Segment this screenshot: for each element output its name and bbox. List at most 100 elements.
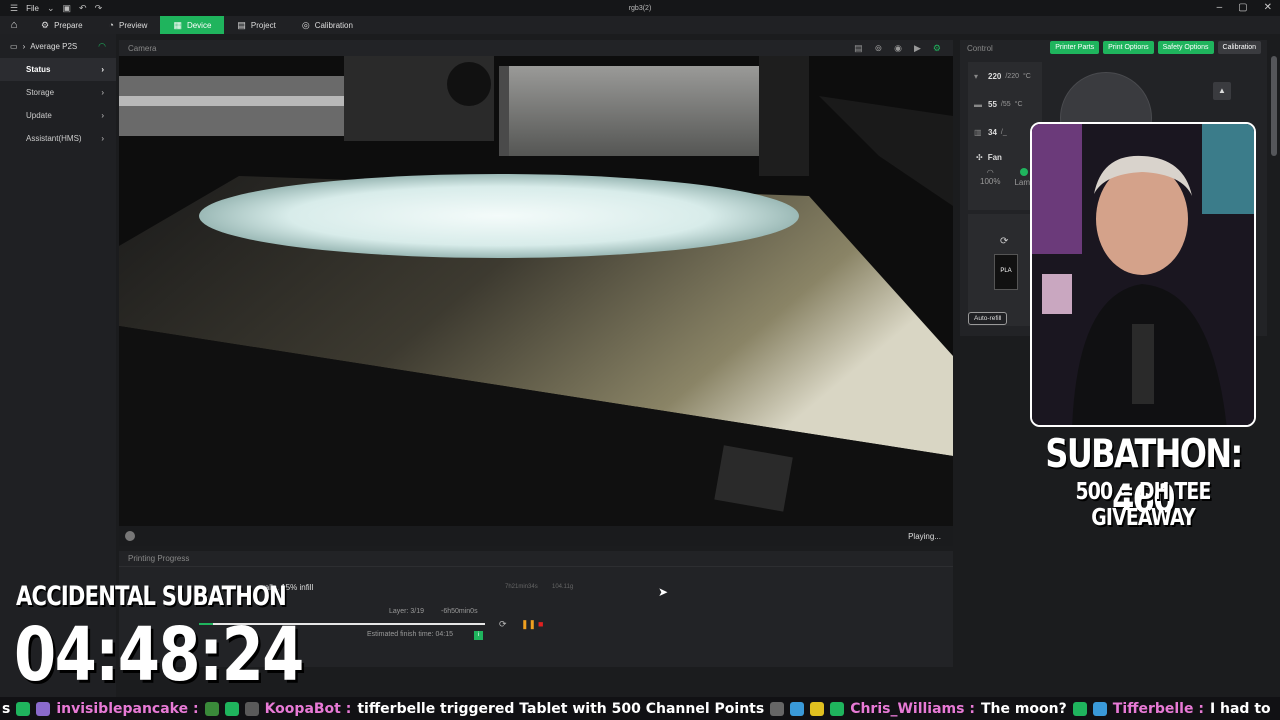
refresh-icon[interactable]: ⟳	[1000, 236, 1008, 247]
chat-user: Chris_Williams :	[850, 700, 975, 717]
fan-speed-control[interactable]: ◠ 100%	[980, 168, 1000, 187]
tab-printer-parts[interactable]: Printer Parts	[1050, 41, 1100, 54]
webcam-overlay	[1030, 122, 1256, 427]
scrollbar[interactable]	[1271, 56, 1277, 156]
tab-safety-options[interactable]: Safety Options	[1157, 41, 1214, 54]
bed-temp-row[interactable]: ▬ 55/55 °C	[968, 90, 1042, 118]
camera-feed	[119, 56, 953, 526]
fan-icon: ✣	[976, 152, 983, 162]
chat-user: invisiblepancake :	[56, 700, 199, 717]
tab-label: Calibration	[314, 20, 353, 30]
camera-status-bar: Playing...	[119, 526, 953, 546]
fan-speed: 100%	[980, 177, 1001, 186]
device-icon: ▦	[173, 19, 182, 30]
tab-label: Project	[250, 20, 276, 30]
minimize-icon[interactable]: –	[1217, 2, 1223, 14]
emote-icon	[16, 701, 31, 716]
sidebar-item-storage[interactable]: Storage ›	[0, 81, 116, 104]
undo-icon[interactable]: ↶	[79, 3, 87, 14]
maximize-icon[interactable]: ▢	[1238, 2, 1247, 14]
close-icon[interactable]: ✕	[1264, 2, 1272, 14]
preview-icon: ◔	[108, 20, 114, 30]
printer-selector[interactable]: ▭ › Average P2S ◠	[0, 34, 116, 58]
auto-refill-button[interactable]: Auto-refill	[968, 312, 1008, 325]
chevron-down-icon[interactable]: ⌄	[47, 3, 55, 14]
nozzle-target: /220	[1005, 72, 1019, 80]
emote-icon	[36, 701, 51, 716]
remaining-time: -6h50min0s	[441, 608, 478, 615]
streamer-image	[1032, 124, 1254, 425]
chevron-right-icon: ›	[101, 134, 104, 143]
printer-name: Average P2S	[30, 41, 78, 51]
prepare-icon: ⚙	[41, 19, 50, 30]
emote-icon	[1092, 701, 1107, 716]
subathon-title: ACCIDENTAL SUBATHON	[16, 581, 287, 612]
camera-header: Camera ▤ ⊚ ◉ ▶ ⚙	[119, 40, 953, 56]
tab-label: Prepare	[54, 20, 83, 30]
sidebar-item-label: Assistant(HMS)	[26, 134, 82, 143]
mouse-cursor-icon: ➤	[658, 585, 669, 599]
emote-icon	[830, 701, 845, 716]
tab-prepare[interactable]: ⚙ Prepare	[28, 16, 96, 34]
project-icon: ▤	[237, 19, 246, 30]
info-icon[interactable]: i	[474, 631, 483, 640]
home-icon[interactable]: ⌂	[0, 19, 28, 31]
camera-settings-icon[interactable]	[125, 531, 135, 541]
chat-message: I had to	[1209, 700, 1271, 717]
subathon-goal: 500 = DH TEE GIVEAWAY	[1075, 479, 1211, 531]
chevron-right-icon: ›	[22, 41, 26, 51]
estimated-finish: Estimated finish time: 04:15	[367, 631, 453, 638]
tab-label: Preview	[118, 20, 148, 30]
pause-icon[interactable]: ❚❚	[521, 619, 536, 630]
camera-switch-icon[interactable]: ◉	[894, 43, 902, 54]
chevron-right-icon: ›	[101, 111, 104, 120]
layer-info: Layer: 3/19	[389, 608, 425, 615]
chamber-icon: ▥	[974, 127, 982, 137]
nozzle-temp-row[interactable]: ▾ 220/220 °C	[968, 62, 1042, 90]
chamber-temp: 34	[988, 127, 997, 137]
tab-calibration[interactable]: ◎ Calibration	[289, 16, 366, 34]
nozzle-icon: ▾	[974, 71, 979, 81]
sidebar-item-label: Update	[26, 111, 52, 120]
redo-icon[interactable]: ↷	[95, 3, 103, 14]
settings-icon[interactable]: ⚙	[933, 43, 941, 54]
file-menu[interactable]: File	[26, 4, 39, 13]
print-time: 7h21min34s	[505, 584, 538, 590]
subathon-timer: 04:48:24	[14, 612, 304, 698]
save-icon[interactable]: ▣	[63, 3, 72, 14]
sidebar-item-label: Status	[26, 65, 51, 74]
tab-preview[interactable]: ◔ Preview	[96, 16, 161, 34]
ams-slot[interactable]: PLA	[994, 254, 1018, 290]
calibration-icon: ◎	[301, 19, 310, 30]
nozzle-temp: 220	[988, 71, 1002, 81]
retry-icon[interactable]: ⟳	[499, 619, 507, 630]
fan-label: Fan	[987, 152, 1002, 162]
main-nav: ⌂ ⚙ Prepare ◔ Preview ▦ Device ▤ Project ◎ Ca…	[0, 16, 1280, 34]
tab-control-calibration[interactable]: Calibration	[1217, 41, 1261, 54]
tab-print-options[interactable]: Print Options	[1103, 41, 1154, 54]
stop-icon[interactable]: ■	[538, 619, 543, 629]
tab-device[interactable]: ▦ Device	[160, 16, 225, 34]
chamber-target: /_	[1000, 128, 1007, 136]
emote-icon	[810, 701, 825, 716]
chat-message: tifferbelle triggered Tablet with 500 Ch…	[357, 700, 765, 717]
temp-unit: °C	[1014, 100, 1023, 108]
timelapse-icon[interactable]: ⊚	[875, 43, 883, 54]
sidebar-item-status[interactable]: Status ›	[0, 58, 116, 81]
speed-icon: ◠	[986, 168, 994, 177]
temp-unit: °C	[1022, 72, 1031, 80]
sidebar-item-update[interactable]: Update ›	[0, 104, 116, 127]
chevron-right-icon: ›	[101, 88, 104, 97]
record-icon[interactable]: ▶	[914, 43, 921, 54]
printer-icon: ▭	[10, 41, 18, 51]
arrow-up-icon[interactable]: ▲	[1213, 82, 1231, 100]
camera-status: Playing...	[908, 532, 941, 541]
ams-slot-label: PLA	[1000, 268, 1012, 274]
chat-ticker: s invisiblepancake : KoopaBot : tifferbe…	[0, 697, 1280, 720]
sidebar-item-assistant[interactable]: Assistant(HMS) ›	[0, 127, 116, 150]
sd-card-icon[interactable]: ▤	[854, 43, 863, 54]
menu-icon[interactable]: ☰	[10, 3, 18, 14]
chat-user: Tifferbelle :	[1112, 700, 1204, 717]
bed-target: /55	[1000, 100, 1011, 108]
tab-project[interactable]: ▤ Project	[224, 16, 288, 34]
